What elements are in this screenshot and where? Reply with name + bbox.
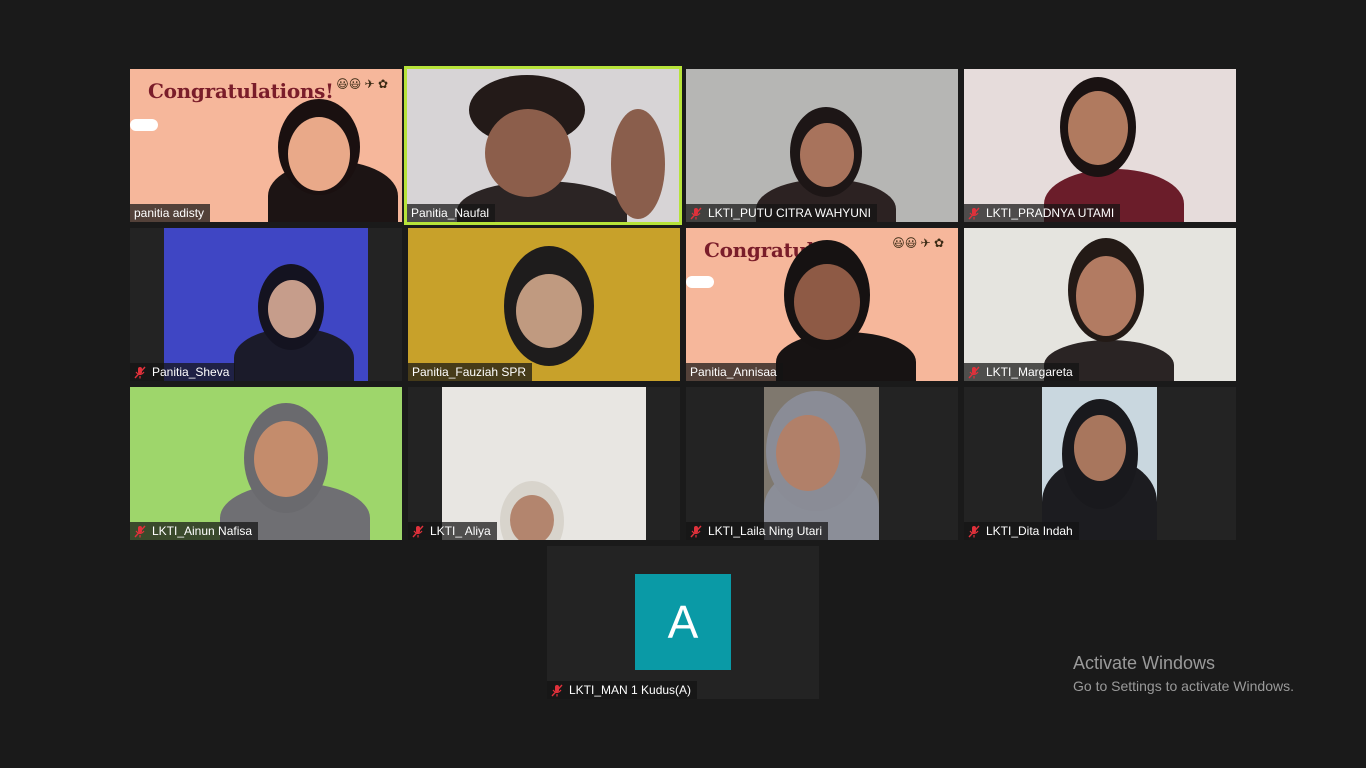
participant-video	[964, 228, 1236, 381]
microphone-muted-icon	[690, 207, 702, 219]
participant-video	[130, 387, 402, 540]
participant-video	[442, 387, 646, 540]
emoji-decoration: 😃😃 ✈ ✿	[336, 77, 388, 91]
participant-tile[interactable]: LKTI_Dita Indah	[964, 387, 1236, 540]
participant-name: panitia adisty	[130, 204, 211, 222]
microphone-muted-icon	[968, 207, 980, 219]
participant-tile[interactable]: LKTI_Laila Ning Utari	[686, 387, 958, 540]
emoji-decoration: 😃😃 ✈ ✿	[892, 236, 944, 250]
microphone-muted-icon	[412, 525, 424, 537]
microphone-muted-icon	[968, 366, 980, 378]
participant-video	[764, 387, 879, 540]
participant-tile[interactable]: Congratula 😃😃 ✈ ✿ Panitia_Annisaa	[686, 228, 958, 381]
participant-tile[interactable]: A LKTI_MAN 1 Kudus(A)	[547, 546, 819, 699]
participant-name: LKTI_Margareta	[964, 363, 1079, 381]
microphone-muted-icon	[134, 525, 146, 537]
participant-name: Panitia_Fauziah SPR	[408, 363, 533, 381]
participant-tile[interactable]: Panitia_Fauziah SPR	[408, 228, 680, 381]
participant-name: LKTI_PUTU CITRA WAHYUNI	[686, 204, 877, 222]
watermark-title: Activate Windows	[1073, 653, 1216, 673]
participant-video	[408, 228, 680, 381]
participant-video	[686, 69, 958, 222]
microphone-muted-icon	[551, 684, 563, 696]
cloud-decoration	[130, 119, 158, 131]
microphone-muted-icon	[968, 525, 980, 537]
participant-name: LKTI_ Aliya	[408, 522, 497, 540]
participant-video	[964, 69, 1236, 222]
participant-name: LKTI_Dita Indah	[964, 522, 1079, 540]
avatar: A	[635, 574, 731, 670]
activate-windows-watermark: Activate Windows Go to Settings to activ…	[1073, 652, 1294, 696]
participant-name: LKTI_PRADNYA UTAMI	[964, 204, 1121, 222]
participant-name: Panitia_Naufal	[407, 204, 496, 222]
participant-tile[interactable]: LKTI_PUTU CITRA WAHYUNI	[686, 69, 958, 222]
participant-name: Panitia_Annisaa	[686, 363, 783, 381]
participant-tile[interactable]: Panitia_Sheva	[130, 228, 402, 381]
participant-video	[407, 69, 679, 222]
participant-video: Congratula 😃😃 ✈ ✿	[686, 228, 958, 381]
participant-tile[interactable]: Congratulations! 😃😃 ✈ ✿ panitia adisty	[130, 69, 402, 222]
participant-name: Panitia_Sheva	[130, 363, 236, 381]
watermark-subtitle: Go to Settings to activate Windows.	[1073, 678, 1294, 694]
participant-tile[interactable]: LKTI_Margareta	[964, 228, 1236, 381]
microphone-muted-icon	[134, 366, 146, 378]
video-gallery: Congratulations! 😃😃 ✈ ✿ panitia adisty P…	[0, 0, 1366, 768]
participant-tile[interactable]: LKTI_PRADNYA UTAMI	[964, 69, 1236, 222]
participant-name: LKTI_MAN 1 Kudus(A)	[547, 681, 698, 699]
participant-name: LKTI_Ainun Nafisa	[130, 522, 259, 540]
cloud-decoration	[686, 276, 714, 288]
participant-video: Congratulations! 😃😃 ✈ ✿	[130, 69, 402, 222]
participant-name: LKTI_Laila Ning Utari	[686, 522, 829, 540]
participant-tile[interactable]: LKTI_Ainun Nafisa	[130, 387, 402, 540]
participant-tile[interactable]: LKTI_ Aliya	[408, 387, 680, 540]
participant-video	[1042, 387, 1157, 540]
participant-video	[164, 228, 368, 381]
background-text: Congratulations!	[148, 79, 334, 103]
participant-tile-active-speaker[interactable]: Panitia_Naufal	[404, 66, 682, 225]
microphone-muted-icon	[690, 525, 702, 537]
